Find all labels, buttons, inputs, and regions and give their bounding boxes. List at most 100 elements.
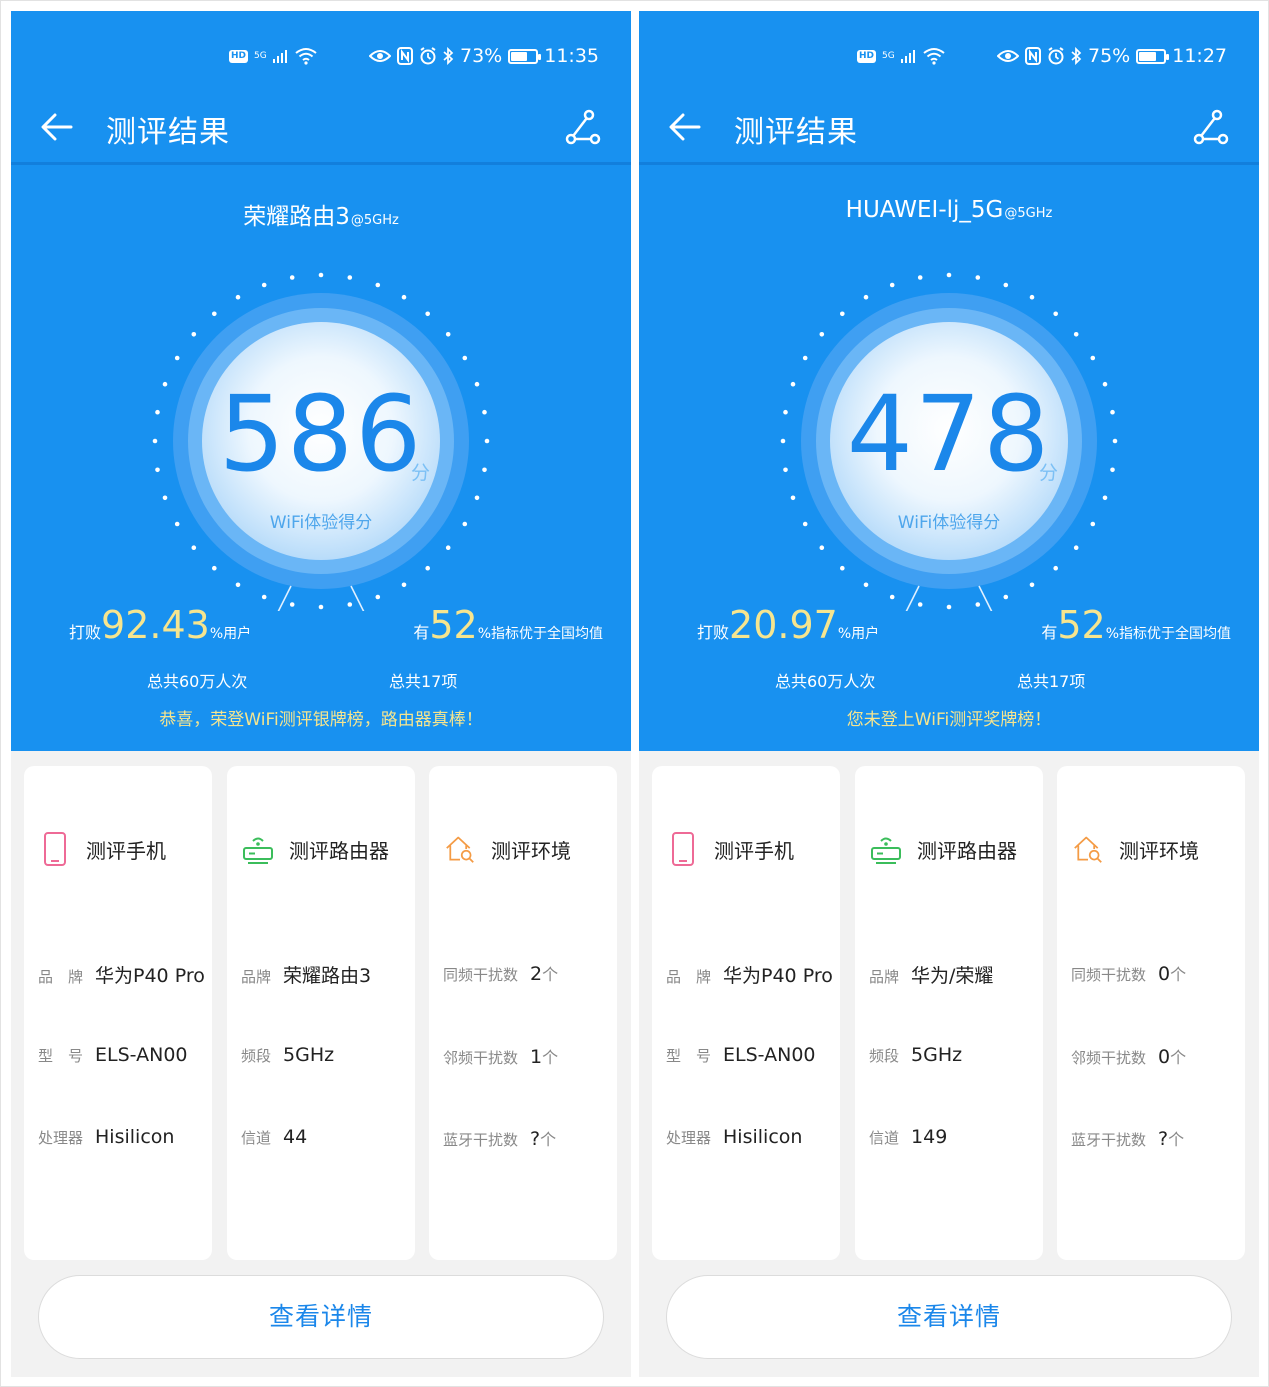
home-search-icon (1074, 836, 1102, 863)
eye-comfort-icon (369, 50, 391, 62)
row-unit: 个 (1168, 1130, 1185, 1149)
gauge-dot (261, 594, 267, 600)
environment-card-title: 测评环境 (1119, 838, 1199, 863)
beat-suffix: %用户 (837, 626, 880, 642)
gauge-dot (1029, 582, 1035, 588)
phone-cpu-row: 处理器 Hisilicon (666, 1126, 836, 1148)
row-value: 0 (1158, 963, 1171, 985)
back-arrow-icon[interactable] (39, 109, 75, 145)
row-key: 型 号 (38, 1047, 84, 1065)
gauge-leader-left (277, 585, 292, 611)
better-suffix: %指标优于全国均值 (1105, 626, 1231, 642)
gauge-dot (1090, 355, 1096, 361)
eye-comfort-icon (997, 50, 1019, 62)
phone-card-header: 测评手机 (40, 832, 166, 866)
better-suffix: %指标优于全国均值 (477, 626, 603, 642)
better-prefix: 有 (1041, 623, 1058, 642)
gauge-dot (347, 602, 353, 607)
gauge-dot (401, 294, 407, 300)
gauge-dot (946, 604, 952, 610)
wifi-icon (295, 48, 317, 65)
panel-right: HD 5G 75% 11:27 测评结果 HUAWEI-lj_5G@5GHz 4… (639, 11, 1259, 1377)
phone-card-title: 测评手机 (86, 838, 166, 863)
gauge-dot (975, 275, 981, 280)
score-label: WiFi体验得分 (269, 513, 373, 533)
environment-card[interactable]: 测评环境 同频干扰数 0个 邻频干扰数 0个 蓝牙干扰数 ?个 (1057, 766, 1245, 1260)
status-bar: HD 5G 75% 11:27 (639, 39, 1259, 75)
beat-suffix: %用户 (209, 626, 252, 642)
route-share-icon[interactable] (1191, 107, 1231, 147)
gauge-dot (790, 495, 796, 501)
phone-card[interactable]: 测评手机 品 牌华为P40 Pro 型 号 ELS-AN00 处理器 Hisilic… (24, 766, 212, 1260)
row-value: 华为P40 Pro (723, 965, 833, 987)
battery-icon (1136, 48, 1170, 64)
router-card-header: 测评路由器 (871, 832, 1017, 866)
gauge-dot (401, 582, 407, 588)
gauge-dot (162, 495, 168, 501)
beat-value: 92.43 (101, 603, 210, 647)
ranking-message: 您未登上WiFi测评奖牌榜！ (846, 710, 1052, 730)
row-key: 同频干扰数 (443, 966, 519, 984)
environment-card-title: 测评环境 (491, 838, 571, 863)
panel-left: HD 5G 73% 11:35 测评结果 荣耀路由3@5GHz 586 分 Wi… (11, 11, 631, 1377)
battery-fill (511, 51, 528, 61)
phone-card[interactable]: 测评手机 品 牌华为P40 Pro 型 号 ELS-AN00 处理器 Hisilic… (652, 766, 840, 1260)
view-details-button[interactable]: 查看详情 (666, 1275, 1232, 1359)
network-ssid: 荣耀路由3@5GHz (11, 197, 631, 231)
gauge-leader-left (905, 585, 920, 611)
row-value: 荣耀路由3 (283, 965, 372, 987)
phone-icon (672, 832, 694, 866)
gauge-dot (261, 282, 267, 288)
gauge-dot (863, 294, 869, 300)
score-value: 586 (218, 373, 424, 495)
info-cards: 测评手机 品 牌华为P40 Pro 型 号 ELS-AN00 处理器 Hisilic… (652, 766, 1246, 1260)
router-card[interactable]: 测评路由器 品牌 荣耀路由3 频段 5GHz 信道 44 (227, 766, 415, 1260)
nfc-icon (1025, 47, 1041, 65)
hd-icon: HD (857, 49, 877, 63)
router-icon (871, 837, 901, 864)
gauge-dot (318, 604, 324, 610)
row-key: 蓝牙干扰数 (443, 1131, 519, 1149)
better-value: 52 (1057, 603, 1106, 647)
row-key: 邻频干扰数 (1071, 1049, 1147, 1067)
network-indicators: HD 5G (229, 47, 317, 65)
gauge-leader-right (978, 585, 993, 611)
network-ssid: HUAWEI-lj_5G@5GHz (639, 197, 1259, 223)
row-key: 品牌 (241, 968, 272, 986)
router-brand-row: 品牌 华为/荣耀 (869, 961, 1039, 988)
bluetooth-icon (1071, 47, 1082, 65)
gauge-dot (235, 294, 241, 300)
view-details-button[interactable]: 查看详情 (38, 1275, 604, 1359)
row-value: 2 (530, 963, 543, 985)
gauge-dot (191, 545, 197, 550)
back-arrow-icon[interactable] (667, 109, 703, 145)
environment-card[interactable]: 测评环境 同频干扰数 2个 邻频干扰数 1个 蓝牙干扰数 ?个 (429, 766, 617, 1260)
router-card[interactable]: 测评路由器 品牌 华为/荣耀 频段 5GHz 信道 149 (855, 766, 1043, 1260)
environment-card-header: 测评环境 (1073, 832, 1199, 866)
info-cards: 测评手机 品 牌华为P40 Pro 型 号 ELS-AN00 处理器 Hisilic… (24, 766, 618, 1260)
header-divider (639, 162, 1259, 165)
row-value: Hisilicon (723, 1126, 803, 1148)
cochannel-interference-row: 同频干扰数 2个 (443, 961, 613, 985)
result-header: HD 5G 73% 11:35 测评结果 荣耀路由3@5GHz 586 分 Wi… (11, 11, 631, 751)
row-key: 品 牌 (666, 968, 712, 986)
page-title: 测评结果 (734, 115, 858, 150)
row-value: 华为P40 Pro (95, 965, 205, 987)
phone-model-row: 型 号 ELS-AN00 (38, 1044, 208, 1066)
gauge-leader-right (350, 585, 365, 611)
row-key: 信道 (869, 1129, 900, 1147)
row-unit: 个 (542, 1048, 559, 1067)
row-value: ELS-AN00 (95, 1044, 188, 1066)
gauge-dot (318, 272, 324, 278)
row-key: 型 号 (666, 1047, 712, 1065)
cochannel-interference-row: 同频干扰数 0个 (1071, 961, 1241, 985)
row-key: 同频干扰数 (1071, 966, 1147, 984)
gauge-dot (1102, 495, 1108, 501)
row-key: 频段 (241, 1047, 272, 1065)
gauge-dot (425, 565, 431, 571)
gauge-dot (235, 582, 241, 588)
battery-icon (508, 48, 542, 64)
row-value: 0 (1158, 1046, 1171, 1068)
gauge-dot (1003, 282, 1009, 288)
route-share-icon[interactable] (563, 107, 603, 147)
